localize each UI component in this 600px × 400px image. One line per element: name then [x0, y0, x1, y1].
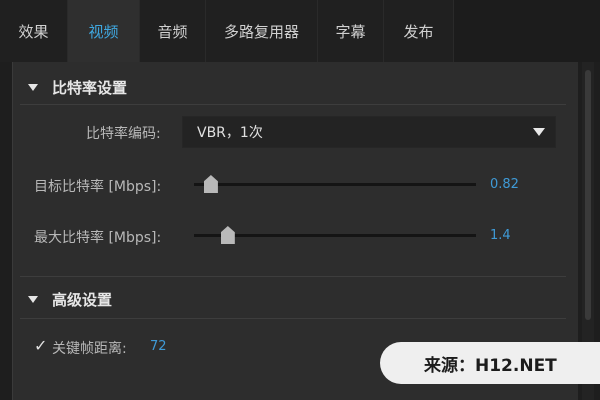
keyframe-distance-value[interactable]: 72	[150, 339, 167, 354]
tab-audio[interactable]: 音频	[140, 0, 206, 62]
section-header-bitrate[interactable]: 比特率设置	[28, 72, 127, 102]
encoding-dropdown[interactable]: VBR，1次	[182, 116, 556, 148]
target-bitrate-label: 目标比特率 [Mbps]:	[34, 179, 162, 195]
slider-track	[194, 183, 476, 186]
tab-effects[interactable]: 效果	[0, 0, 68, 62]
slider-track	[194, 234, 476, 237]
keyframe-distance-label: 关键帧距离:	[52, 341, 127, 357]
slider-thumb[interactable]	[220, 226, 235, 244]
scrollbar-thumb[interactable]	[585, 70, 591, 320]
collapse-triangle-icon	[28, 295, 38, 303]
encoding-value: VBR，1次	[197, 125, 263, 141]
tab-video[interactable]: 视频	[68, 0, 140, 62]
section-divider	[20, 104, 566, 105]
tab-publish[interactable]: 发布	[384, 0, 454, 62]
max-bitrate-slider[interactable]	[194, 226, 476, 246]
collapse-triangle-icon	[28, 83, 38, 91]
dropdown-arrow-icon	[533, 128, 545, 136]
encoding-label: 比特率编码:	[86, 126, 161, 142]
target-bitrate-slider[interactable]	[194, 175, 476, 195]
tab-captions[interactable]: 字幕	[318, 0, 384, 62]
keyframe-checkbox[interactable]: ✓	[34, 336, 47, 355]
source-watermark: 来源：H12.NET	[380, 342, 600, 384]
max-bitrate-value[interactable]: 1.4	[490, 228, 511, 243]
max-bitrate-label: 最大比特率 [Mbps]:	[34, 230, 162, 246]
tab-multiplexer[interactable]: 多路复用器	[206, 0, 318, 62]
section-divider	[20, 276, 566, 277]
section-header-advanced[interactable]: 高级设置	[28, 284, 112, 314]
target-bitrate-value[interactable]: 0.82	[490, 177, 519, 192]
tab-bar: 效果 视频 音频 多路复用器 字幕 发布	[0, 0, 600, 62]
slider-thumb[interactable]	[203, 175, 218, 193]
section-divider	[20, 318, 566, 319]
